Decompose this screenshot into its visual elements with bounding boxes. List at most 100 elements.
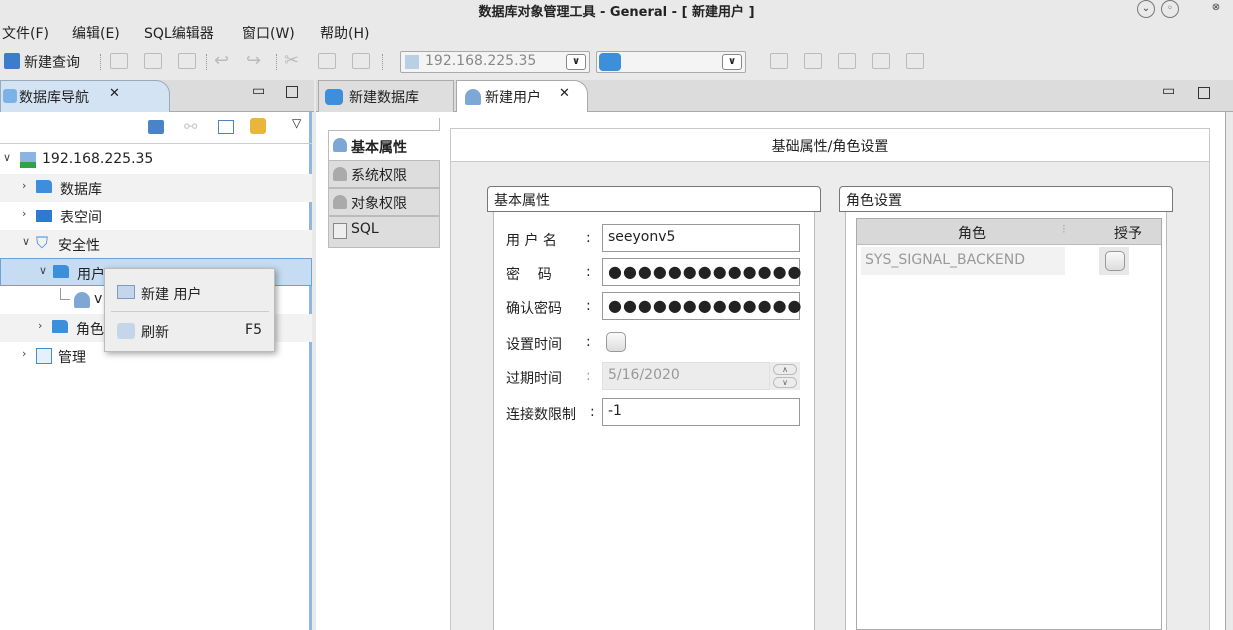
basic-group-body: 用 户 名 : seeyonv5 密 码 : ●●●●●●●●●●●●● 确认密… bbox=[493, 212, 815, 630]
paste-icon[interactable] bbox=[352, 53, 370, 69]
minimize-view-icon[interactable]: ▭ bbox=[1162, 83, 1175, 99]
maximize-button[interactable]: ◦ bbox=[1161, 0, 1179, 18]
tab-new-database[interactable]: 新建数据库 bbox=[318, 80, 454, 112]
undo-icon[interactable]: ↩ bbox=[214, 50, 229, 71]
grant-column-header[interactable]: 授予 bbox=[1095, 223, 1161, 243]
tablespace-icon bbox=[36, 210, 52, 222]
chevron-right-icon[interactable]: › bbox=[22, 207, 26, 220]
side-tab-basic[interactable]: 基本属性 bbox=[328, 130, 440, 162]
user-icon bbox=[333, 167, 347, 181]
navigator-toolbar: ⚯ ▽ bbox=[0, 112, 312, 144]
collapse-all-icon[interactable] bbox=[148, 120, 164, 134]
toolbar-action-2-icon[interactable] bbox=[804, 53, 822, 69]
username-input[interactable]: seeyonv5 bbox=[602, 224, 800, 252]
expire-time-label: 过期时间 bbox=[506, 371, 562, 387]
chevron-down-icon[interactable]: ∨ bbox=[39, 264, 47, 277]
username-label: 用 户 名 bbox=[506, 233, 557, 249]
context-menu-new-user-label: 新建 用户 bbox=[141, 287, 202, 303]
tree-item-security[interactable]: ∨ ⛉ 安全性 bbox=[0, 230, 312, 258]
confirm-password-label: 确认密码 bbox=[506, 301, 562, 317]
context-menu-refresh-label: 刷新 bbox=[141, 325, 169, 341]
context-menu-refresh[interactable]: 刷新 F5 bbox=[105, 313, 276, 349]
side-tab-sql[interactable]: SQL bbox=[328, 216, 440, 248]
tree-label-server: 192.168.225.35 bbox=[42, 151, 154, 167]
tree-label-users: 用户 bbox=[77, 267, 105, 283]
save-icon[interactable] bbox=[144, 53, 162, 69]
filter-icon[interactable] bbox=[218, 120, 234, 134]
link-icon[interactable]: ⚯ bbox=[184, 117, 197, 136]
minimize-button[interactable]: ⌄ bbox=[1137, 0, 1155, 18]
tree-item-tablespace[interactable]: › 表空间 bbox=[0, 202, 312, 230]
chevron-right-icon[interactable]: › bbox=[22, 347, 26, 360]
redo-icon[interactable]: ↪ bbox=[246, 50, 261, 71]
menu-window[interactable]: 窗口(W) bbox=[242, 23, 295, 43]
expire-time-spinner[interactable]: ∧ ∨ bbox=[770, 362, 800, 390]
tree-item-server[interactable]: ∨ 192.168.225.35 bbox=[0, 146, 312, 174]
view-menu-icon[interactable]: ▽ bbox=[292, 116, 301, 130]
close-icon[interactable]: ✕ bbox=[109, 86, 120, 101]
maximize-view-icon[interactable] bbox=[1198, 87, 1210, 99]
role-group-header: 角色设置 bbox=[839, 186, 1173, 212]
context-menu-new-user[interactable]: 新建 用户 bbox=[105, 275, 276, 311]
tree-label-roles: 角色 bbox=[76, 322, 104, 338]
toolbar-action-1-icon[interactable] bbox=[770, 53, 788, 69]
management-icon bbox=[36, 348, 52, 364]
cut-icon[interactable]: ✂ bbox=[284, 50, 299, 71]
toolbar-action-4-icon[interactable] bbox=[872, 53, 890, 69]
copy-icon[interactable] bbox=[318, 53, 336, 69]
side-tab-object-privileges[interactable]: 对象权限 bbox=[328, 188, 440, 216]
menu-bar: 文件(F) 编辑(E) SQL编辑器 窗口(W) 帮助(H) bbox=[0, 20, 1233, 44]
section-title: 基础属性/角色设置 bbox=[771, 139, 889, 155]
menu-edit[interactable]: 编辑(E) bbox=[72, 23, 120, 43]
database-combo[interactable]: ∨ bbox=[596, 51, 746, 73]
menu-file[interactable]: 文件(F) bbox=[2, 23, 49, 43]
password-input[interactable]: ●●●●●●●●●●●●● bbox=[602, 258, 802, 286]
expire-time-input[interactable]: 5/16/2020 bbox=[602, 362, 770, 390]
tree-label-tablespace: 表空间 bbox=[60, 210, 102, 226]
server-icon bbox=[405, 55, 419, 69]
chevron-up-icon[interactable]: ∧ bbox=[773, 364, 797, 375]
section-header: 基础属性/角色设置 bbox=[450, 128, 1210, 162]
open-icon[interactable] bbox=[110, 53, 128, 69]
side-tab-system-privileges[interactable]: 系统权限 bbox=[328, 160, 440, 188]
close-icon[interactable]: ✕ bbox=[559, 86, 570, 101]
connection-limit-input[interactable]: -1 bbox=[602, 398, 800, 426]
refresh-tree-icon[interactable] bbox=[250, 118, 266, 134]
chevron-down-icon[interactable]: ∨ bbox=[722, 54, 742, 70]
connection-limit-label: 连接数限制 bbox=[506, 407, 576, 423]
confirm-password-input[interactable]: ●●●●●●●●●●●●● bbox=[602, 292, 802, 320]
database-icon bbox=[599, 53, 621, 71]
chevron-down-icon[interactable]: ∨ bbox=[3, 151, 11, 164]
new-query-button[interactable]: 新建查询 bbox=[24, 52, 80, 72]
side-tab-sql-label: SQL bbox=[351, 221, 379, 237]
side-tab-basic-label: 基本属性 bbox=[351, 140, 407, 156]
tab-new-database-label: 新建数据库 bbox=[349, 90, 419, 106]
tree-label-security: 安全性 bbox=[58, 238, 100, 254]
minimize-view-icon[interactable]: ▭ bbox=[252, 83, 265, 99]
menu-help[interactable]: 帮助(H) bbox=[320, 23, 369, 43]
grant-checkbox[interactable] bbox=[1105, 251, 1125, 271]
tab-new-user[interactable]: 新建用户 ✕ bbox=[456, 80, 588, 112]
chevron-down-icon[interactable]: ∨ bbox=[22, 235, 30, 248]
save-all-icon[interactable] bbox=[178, 53, 196, 69]
shield-icon: ⛉ bbox=[36, 233, 49, 252]
chevron-down-icon[interactable]: ∨ bbox=[773, 377, 797, 388]
chevron-right-icon[interactable]: › bbox=[22, 179, 26, 192]
maximize-view-icon[interactable] bbox=[286, 86, 298, 98]
role-name: SYS_SIGNAL_BACKEND bbox=[865, 252, 1026, 268]
server-combo[interactable]: 192.168.225.35 ∨ bbox=[400, 51, 590, 73]
menu-sql-editor[interactable]: SQL编辑器 bbox=[144, 23, 214, 43]
toolbar-action-3-icon[interactable] bbox=[838, 53, 856, 69]
tree-item-database[interactable]: › 数据库 bbox=[0, 174, 312, 202]
user-icon bbox=[333, 195, 347, 209]
set-time-checkbox[interactable] bbox=[606, 332, 626, 352]
chevron-right-icon[interactable]: › bbox=[38, 319, 42, 332]
table-row[interactable]: SYS_SIGNAL_BACKEND bbox=[857, 247, 1161, 275]
chevron-down-icon[interactable]: ∨ bbox=[566, 54, 586, 70]
role-column-header[interactable]: 角色 bbox=[857, 223, 1087, 243]
new-query-icon bbox=[4, 53, 20, 69]
toolbar-action-5-icon[interactable] bbox=[906, 53, 924, 69]
tab-database-navigator[interactable]: 数据库导航 ✕ bbox=[0, 80, 170, 112]
navigator-tabbar: 数据库导航 ✕ ▭ bbox=[0, 80, 314, 112]
close-button[interactable]: ⊗ bbox=[1207, 0, 1225, 18]
